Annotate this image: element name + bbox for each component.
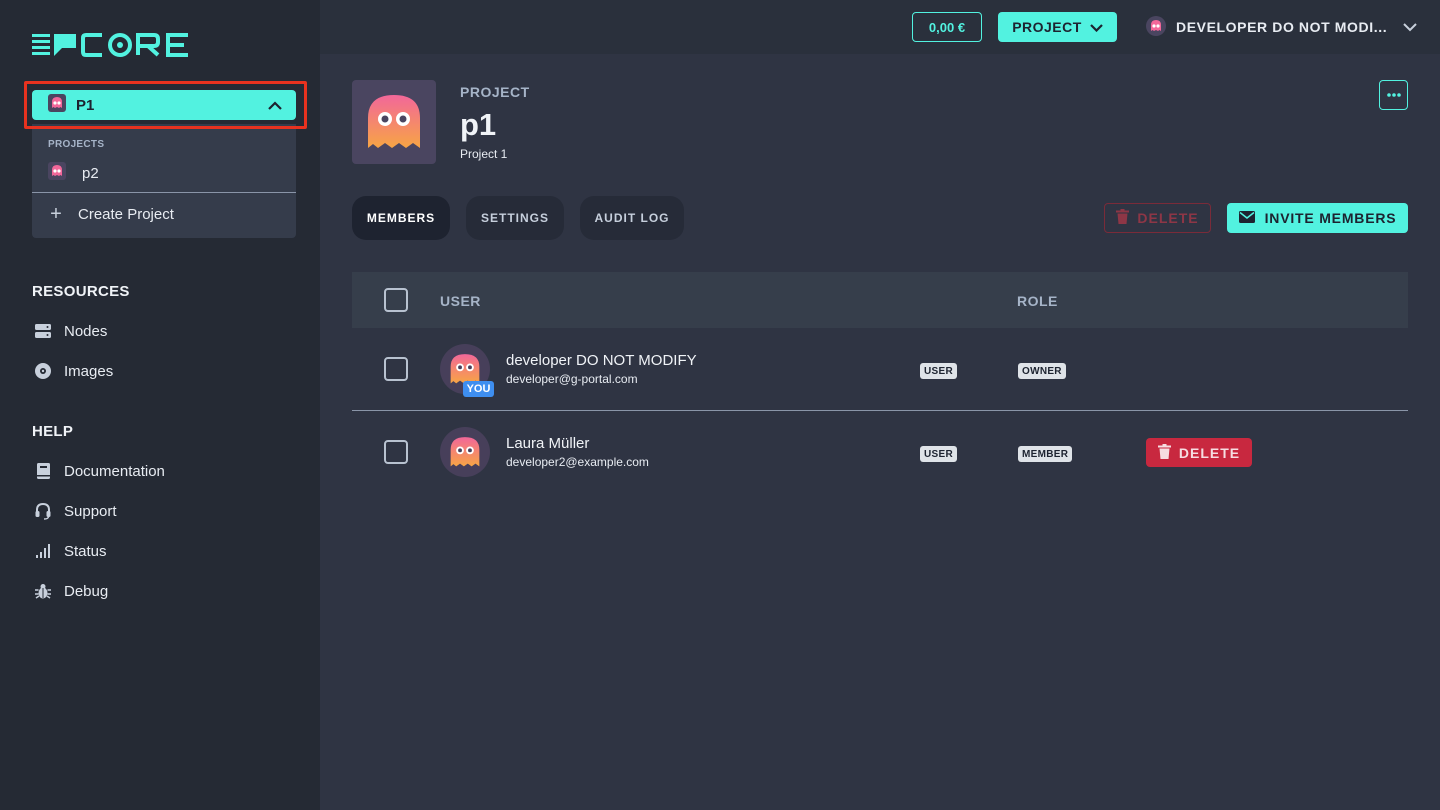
- avatar: [440, 427, 490, 477]
- plus-icon: +: [50, 203, 62, 225]
- g-portal-logo-icon: [32, 34, 76, 56]
- logo-wordmark: [81, 33, 188, 57]
- project-option-label: p2: [82, 164, 99, 182]
- sidebar-heading-resources: RESOURCES: [32, 283, 130, 300]
- sidebar-item-label: Images: [64, 362, 114, 380]
- trash-icon: [1157, 443, 1171, 462]
- sidebar-item-label: Nodes: [64, 322, 108, 340]
- project-menu-button[interactable]: PROJECT: [998, 12, 1117, 42]
- you-badge: YOU: [463, 381, 494, 397]
- ghost-icon: [1146, 15, 1166, 39]
- sidebar-heading-help: HELP: [32, 423, 74, 440]
- disc-icon: [34, 362, 52, 380]
- tab-audit-log[interactable]: AUDIT LOG: [580, 196, 684, 240]
- sidebar-item-label: Debug: [64, 582, 109, 600]
- trash-icon: [1116, 209, 1130, 227]
- dropdown-divider: [32, 192, 296, 193]
- balance-badge[interactable]: 0,00 €: [912, 12, 982, 42]
- delete-selected-button[interactable]: DELETE: [1104, 203, 1211, 233]
- user-type-badge: USER: [920, 446, 957, 462]
- project-dropdown-menu: PROJECTS p2 + Create Project: [32, 124, 296, 238]
- bug-icon: [34, 582, 52, 600]
- signal-bars-icon: [34, 542, 52, 560]
- role-badge: MEMBER: [1018, 446, 1073, 462]
- chevron-down-icon: [1090, 19, 1103, 35]
- ghost-icon: [368, 95, 420, 148]
- member-name: developer DO NOT MODIFY: [506, 352, 697, 369]
- dropdown-heading: PROJECTS: [48, 139, 105, 150]
- project-label: PROJECT: [460, 84, 530, 100]
- sidebar-item-label: Status: [64, 542, 107, 560]
- ghost-icon: [48, 94, 66, 116]
- member-email: developer2@example.com: [506, 455, 649, 469]
- ellipsis-icon: [1386, 93, 1401, 97]
- tab-members[interactable]: MEMBERS: [352, 196, 450, 240]
- tab-settings[interactable]: SETTINGS: [466, 196, 564, 240]
- delete-member-label: DELETE: [1178, 444, 1241, 461]
- table-row: developer DO NOT MODIFY developer@g-port…: [352, 328, 1408, 410]
- sidebar: RESOURCES Nodes Images HELP Documentatio…: [0, 0, 320, 810]
- headset-icon: [34, 502, 52, 520]
- book-icon: [34, 462, 52, 480]
- user-menu-name: DEVELOPER DO NOT MODI...: [1176, 19, 1388, 35]
- project-description: Project 1: [460, 147, 508, 161]
- project-option-p2[interactable]: p2: [48, 162, 99, 184]
- project-menu-label: PROJECT: [1012, 19, 1082, 35]
- project-avatar: [352, 80, 436, 164]
- column-header-role: ROLE: [1017, 293, 1058, 309]
- delete-selected-label: DELETE: [1137, 210, 1199, 226]
- create-project-button[interactable]: + Create Project: [48, 204, 174, 224]
- chevron-down-icon: [1403, 19, 1417, 35]
- sidebar-item-status[interactable]: Status: [34, 541, 107, 561]
- column-header-user: USER: [440, 293, 481, 309]
- project-selector-label: P1: [76, 96, 95, 114]
- sidebar-item-debug[interactable]: Debug: [34, 581, 108, 601]
- row-checkbox[interactable]: [384, 440, 408, 464]
- server-icon: [34, 322, 52, 340]
- invite-members-button[interactable]: INVITE MEMBERS: [1227, 203, 1408, 233]
- row-checkbox[interactable]: [384, 357, 408, 381]
- user-menu[interactable]: DEVELOPER DO NOT MODI...: [1146, 15, 1417, 39]
- delete-member-button[interactable]: DELETE: [1146, 438, 1252, 467]
- logo[interactable]: [32, 30, 192, 60]
- select-all-checkbox[interactable]: [384, 288, 408, 312]
- sidebar-item-label: Documentation: [64, 462, 165, 480]
- project-selector[interactable]: P1: [32, 90, 296, 120]
- sidebar-item-support[interactable]: Support: [34, 501, 117, 521]
- page-title: p1: [460, 107, 497, 142]
- envelope-icon: [1238, 210, 1255, 226]
- member-email: developer@g-portal.com: [506, 372, 638, 386]
- invite-members-label: INVITE MEMBERS: [1264, 210, 1397, 226]
- sidebar-item-images[interactable]: Images: [34, 361, 113, 381]
- sidebar-item-label: Support: [64, 502, 117, 520]
- more-options-button[interactable]: [1379, 80, 1408, 110]
- role-badge: OWNER: [1018, 363, 1066, 379]
- chevron-up-icon: [268, 100, 282, 110]
- member-name: Laura Müller: [506, 435, 590, 452]
- user-type-badge: USER: [920, 363, 957, 379]
- table-header: USER ROLE: [352, 272, 1408, 328]
- ghost-icon: [48, 162, 66, 184]
- sidebar-item-nodes[interactable]: Nodes: [34, 321, 107, 341]
- ghost-icon: [450, 437, 480, 467]
- create-project-label: Create Project: [78, 205, 174, 223]
- sidebar-item-documentation[interactable]: Documentation: [34, 461, 165, 481]
